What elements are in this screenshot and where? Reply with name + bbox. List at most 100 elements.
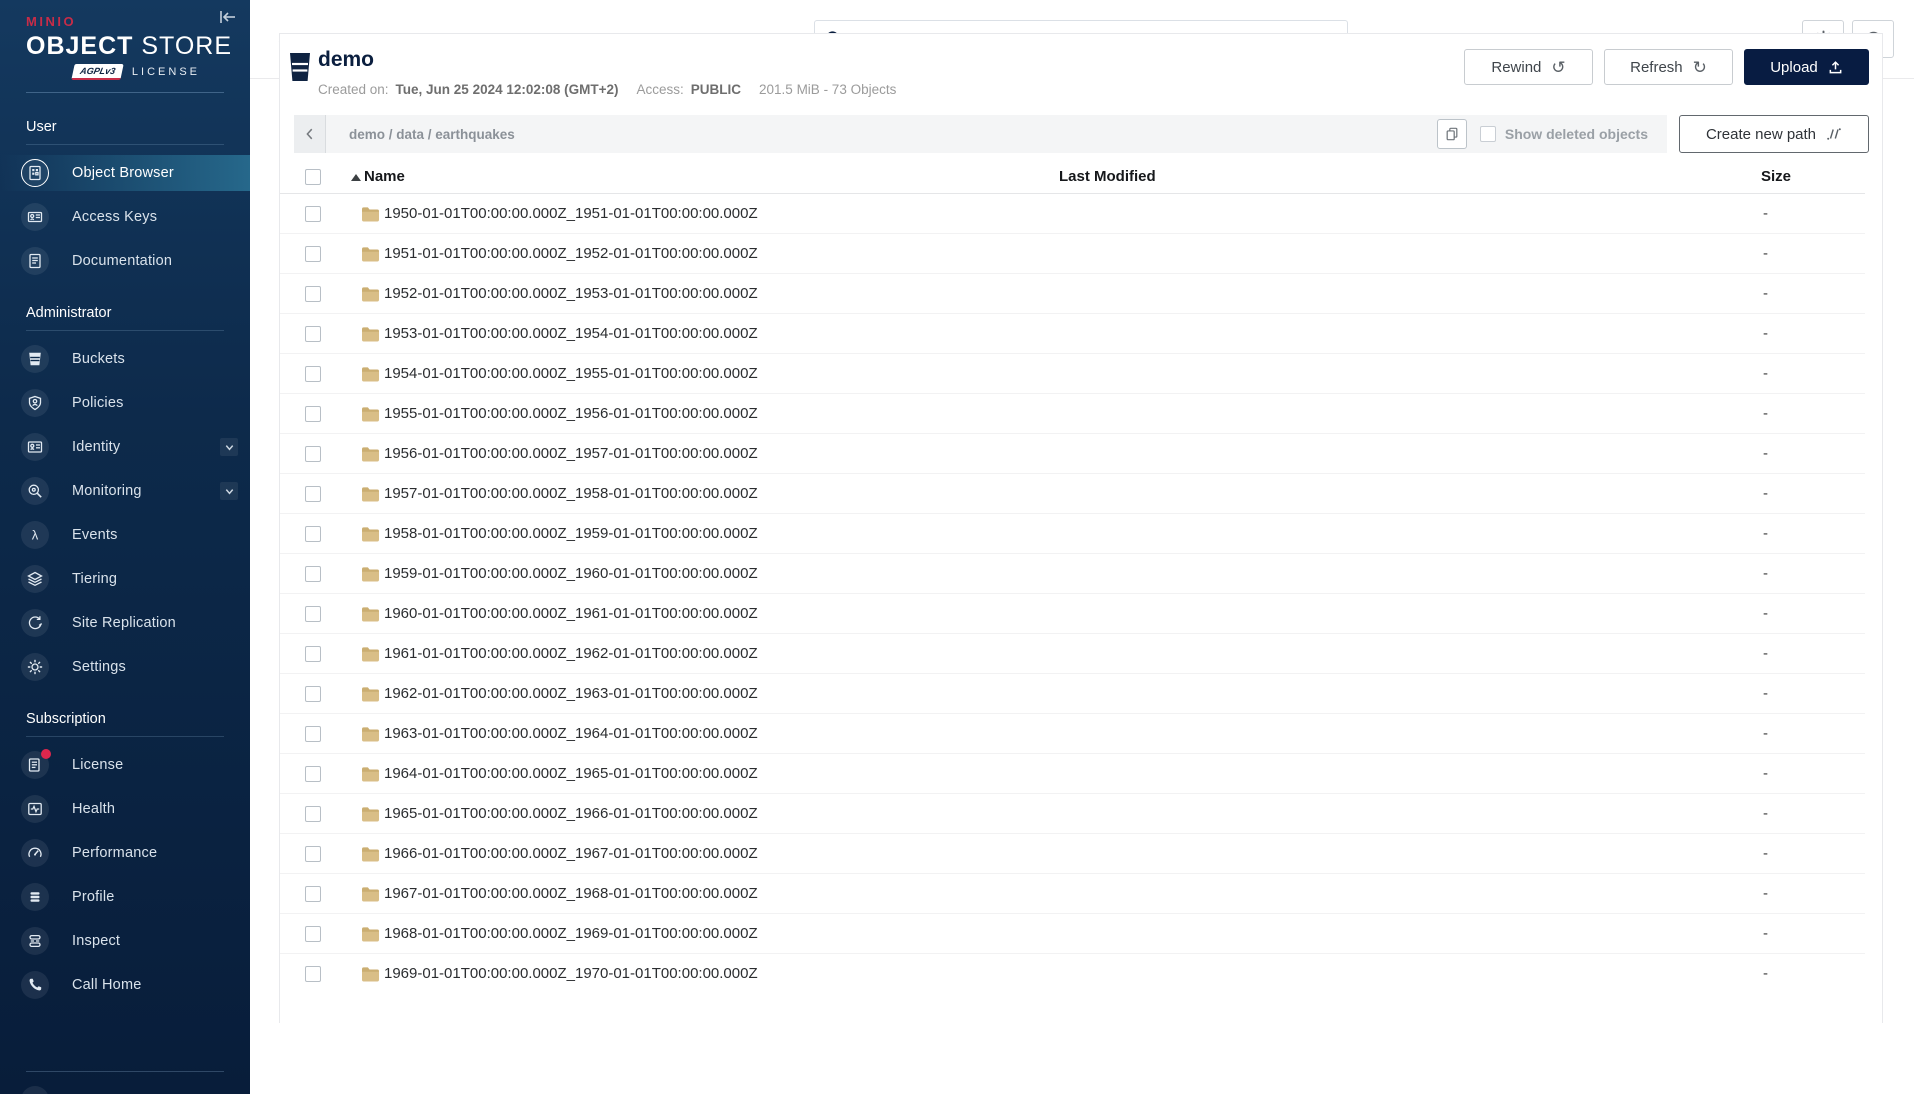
row-checkbox[interactable] <box>305 926 321 942</box>
object-name: 1965-01-01T00:00:00.000Z_1966-01-01T00:0… <box>384 805 758 822</box>
row-checkbox[interactable] <box>305 366 321 382</box>
table-row[interactable]: 1955-01-01T00:00:00.000Z_1956-01-01T00:0… <box>280 394 1865 434</box>
row-checkbox[interactable] <box>305 966 321 982</box>
refresh-button[interactable]: Refresh ↻ <box>1604 49 1733 85</box>
policies-icon <box>27 395 43 411</box>
chevron-down-icon[interactable] <box>220 438 238 456</box>
health-icon <box>27 801 43 817</box>
sidebar-item-site-replication[interactable]: Site Replication <box>0 605 250 641</box>
license-icon <box>27 757 43 773</box>
table-row[interactable]: 1954-01-01T00:00:00.000Z_1955-01-01T00:0… <box>280 354 1865 394</box>
row-checkbox[interactable] <box>305 886 321 902</box>
object-name: 1956-01-01T00:00:00.000Z_1957-01-01T00:0… <box>384 445 758 462</box>
sidebar-item-inspect[interactable]: Inspect <box>0 923 250 959</box>
object-size: - <box>1763 245 1768 262</box>
table-row[interactable]: 1953-01-01T00:00:00.000Z_1954-01-01T00:0… <box>280 314 1865 354</box>
sidebar-item-license[interactable]: License <box>0 747 250 783</box>
sidebar-item-profile[interactable]: Profile <box>0 879 250 915</box>
call-home-icon <box>27 977 43 993</box>
upload-button[interactable]: Upload <box>1744 49 1869 85</box>
row-checkbox[interactable] <box>305 566 321 582</box>
column-header-name[interactable]: Name <box>364 168 405 185</box>
sidebar-item-health[interactable]: Health <box>0 791 250 827</box>
object-size: - <box>1763 485 1768 502</box>
sidebar-item-policies[interactable]: Policies <box>0 385 250 421</box>
select-all-checkbox[interactable] <box>305 169 321 185</box>
table-row[interactable]: 1963-01-01T00:00:00.000Z_1964-01-01T00:0… <box>280 714 1865 754</box>
folder-icon <box>361 487 379 502</box>
table-row[interactable]: 1952-01-01T00:00:00.000Z_1953-01-01T00:0… <box>280 274 1865 314</box>
table-row[interactable]: 1951-01-01T00:00:00.000Z_1952-01-01T00:0… <box>280 234 1865 274</box>
table-row[interactable]: 1956-01-01T00:00:00.000Z_1957-01-01T00:0… <box>280 434 1865 474</box>
row-checkbox[interactable] <box>305 206 321 222</box>
rewind-icon: ↺ <box>1551 59 1565 76</box>
sidebar-item-tiering[interactable]: Tiering <box>0 561 250 597</box>
sidebar-item-buckets[interactable]: Buckets <box>0 341 250 377</box>
monitoring-icon <box>27 483 43 499</box>
sidebar-item-settings[interactable]: Settings <box>0 649 250 685</box>
row-checkbox[interactable] <box>305 806 321 822</box>
table-row[interactable]: 1958-01-01T00:00:00.000Z_1959-01-01T00:0… <box>280 514 1865 554</box>
agpl-badge: AGPLv3 <box>71 64 123 80</box>
rewind-button[interactable]: Rewind ↺ <box>1464 49 1593 85</box>
object-size: - <box>1763 605 1768 622</box>
divider <box>26 1071 224 1072</box>
sidebar-item-access-keys[interactable]: Access Keys <box>0 199 250 235</box>
object-size: - <box>1763 725 1768 742</box>
folder-icon <box>361 407 379 422</box>
brand-wordmark: MINIO <box>26 14 236 29</box>
folder-icon <box>361 607 379 622</box>
table-row[interactable]: 1969-01-01T00:00:00.000Z_1970-01-01T00:0… <box>280 954 1865 985</box>
row-checkbox[interactable] <box>305 846 321 862</box>
identity-icon <box>27 439 43 455</box>
table-row[interactable]: 1966-01-01T00:00:00.000Z_1967-01-01T00:0… <box>280 834 1865 874</box>
table-row[interactable]: 1950-01-01T00:00:00.000Z_1951-01-01T00:0… <box>280 194 1865 234</box>
object-name: 1958-01-01T00:00:00.000Z_1959-01-01T00:0… <box>384 525 758 542</box>
collapse-sidebar-icon[interactable] <box>216 8 238 26</box>
show-deleted-checkbox[interactable] <box>1480 126 1496 142</box>
copy-path-button[interactable] <box>1437 119 1467 149</box>
row-checkbox[interactable] <box>305 486 321 502</box>
row-checkbox[interactable] <box>305 246 321 262</box>
row-checkbox[interactable] <box>305 286 321 302</box>
row-checkbox[interactable] <box>305 606 321 622</box>
row-checkbox[interactable] <box>305 646 321 662</box>
buckets-icon <box>27 351 43 367</box>
logo: MINIO OBJECT STORE AGPLv3 LICENSE <box>0 0 250 80</box>
sidebar-item-monitoring[interactable]: Monitoring <box>0 473 250 509</box>
table-row[interactable]: 1965-01-01T00:00:00.000Z_1966-01-01T00:0… <box>280 794 1865 834</box>
chevron-down-icon[interactable] <box>220 482 238 500</box>
inspect-icon <box>27 933 43 949</box>
access-value: PUBLIC <box>691 82 741 97</box>
sidebar-item-events[interactable]: λ Events <box>0 517 250 553</box>
sidebar-item-documentation[interactable]: Documentation <box>0 243 250 279</box>
sidebar-item-object-browser[interactable]: Object Browser <box>0 155 250 191</box>
table-row[interactable]: 1968-01-01T00:00:00.000Z_1969-01-01T00:0… <box>280 914 1865 954</box>
row-checkbox[interactable] <box>305 526 321 542</box>
object-size: - <box>1763 685 1768 702</box>
site-replication-icon <box>27 615 43 631</box>
table-row[interactable]: 1967-01-01T00:00:00.000Z_1968-01-01T00:0… <box>280 874 1865 914</box>
table-row[interactable]: 1964-01-01T00:00:00.000Z_1965-01-01T00:0… <box>280 754 1865 794</box>
navigate-back-button[interactable] <box>294 115 326 153</box>
object-browser-panel: demo Created on: Tue, Jun 25 2024 12:02:… <box>279 33 1883 1023</box>
bucket-meta: Created on: Tue, Jun 25 2024 12:02:08 (G… <box>318 82 896 97</box>
table-row[interactable]: 1962-01-01T00:00:00.000Z_1963-01-01T00:0… <box>280 674 1865 714</box>
table-row[interactable]: 1957-01-01T00:00:00.000Z_1958-01-01T00:0… <box>280 474 1865 514</box>
sidebar-item-identity[interactable]: Identity <box>0 429 250 465</box>
row-checkbox[interactable] <box>305 326 321 342</box>
row-checkbox[interactable] <box>305 686 321 702</box>
table-row[interactable]: 1959-01-01T00:00:00.000Z_1960-01-01T00:0… <box>280 554 1865 594</box>
sidebar-item-call-home[interactable]: Call Home <box>0 967 250 1003</box>
row-checkbox[interactable] <box>305 446 321 462</box>
table-header: Name Last Modified Size <box>280 166 1865 194</box>
row-checkbox[interactable] <box>305 766 321 782</box>
table-row[interactable]: 1960-01-01T00:00:00.000Z_1961-01-01T00:0… <box>280 594 1865 634</box>
row-checkbox[interactable] <box>305 406 321 422</box>
sidebar-item-performance[interactable]: Performance <box>0 835 250 871</box>
create-new-path-button[interactable]: Create new path <box>1679 115 1869 153</box>
object-size: - <box>1763 365 1768 382</box>
table-row[interactable]: 1961-01-01T00:00:00.000Z_1962-01-01T00:0… <box>280 634 1865 674</box>
row-checkbox[interactable] <box>305 726 321 742</box>
divider <box>26 736 224 737</box>
